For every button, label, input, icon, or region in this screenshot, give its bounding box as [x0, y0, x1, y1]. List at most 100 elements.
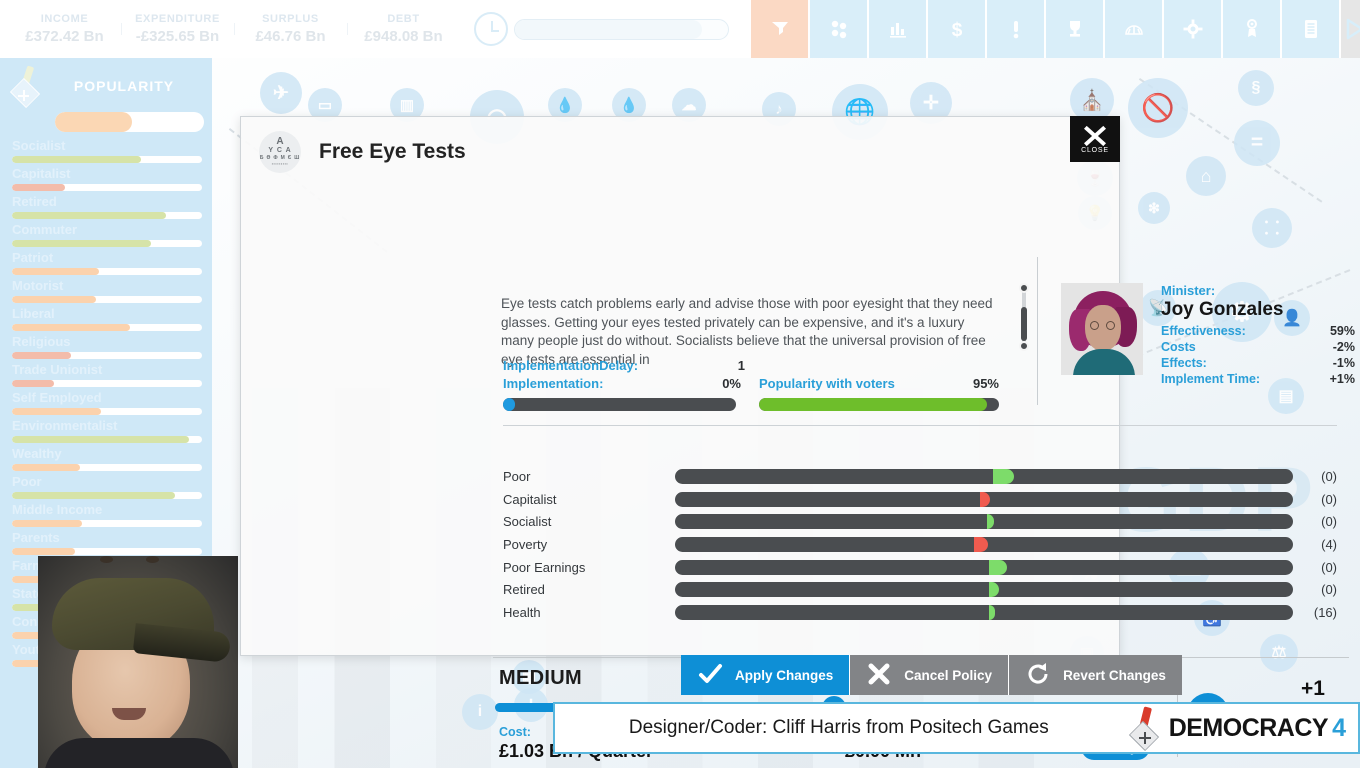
effect-row[interactable]: Poor Earnings (0) — [503, 556, 1337, 579]
top-bar: INCOME £372.42 Bn EXPENDITURE -£325.65 Bn SU… — [0, 0, 1360, 58]
scroll-up-handle[interactable] — [1019, 283, 1029, 293]
revert-button[interactable]: Revert Changes — [1009, 655, 1182, 695]
voter-group-liberal[interactable]: Liberal — [0, 306, 212, 331]
documents-icon[interactable] — [1282, 0, 1339, 58]
eye-chart-icon: A Y C A Б Ө Ф М Є Ш ▪▪▪▪▪▪▪▪▪ — [259, 131, 301, 173]
minister-stat-value: 59% — [1329, 324, 1355, 338]
voter-group-poor[interactable]: Poor — [0, 474, 212, 499]
voter-group-label: Retired — [12, 194, 57, 209]
effect-label: Capitalist — [503, 491, 557, 507]
housing-cost-icon[interactable]: ⌂ — [1186, 156, 1226, 196]
voter-group-fill — [12, 464, 81, 471]
voter-group-bar — [12, 520, 202, 527]
voter-group-fill — [12, 184, 66, 191]
voter-group-bar — [12, 240, 202, 247]
effect-label: Retired — [503, 582, 545, 598]
dialog-header: A Y C A Б Ө Ф М Є Ш ▪▪▪▪▪▪▪▪▪ Free Eye T… — [241, 117, 1119, 173]
no-money-icon[interactable]: 🚫 — [1128, 78, 1188, 138]
logo-number: 4 — [1332, 713, 1346, 742]
voter-group-retired[interactable]: Retired — [0, 194, 212, 219]
tool-bar: $ — [751, 0, 1341, 58]
social-care-icon[interactable]: § — [1238, 70, 1274, 106]
voter-group-commuter[interactable]: Commuter — [0, 222, 212, 247]
effect-bar — [675, 468, 1293, 484]
voter-group-socialist[interactable]: Socialist — [0, 138, 212, 163]
policy-level-label: MEDIUM — [499, 667, 582, 689]
effect-row[interactable]: Poverty (4) — [503, 533, 1337, 556]
clock-icon — [474, 12, 508, 46]
voter-group-capitalist[interactable]: Capitalist — [0, 166, 212, 191]
stat-label: EXPENDITURE — [135, 13, 220, 25]
effect-row[interactable]: Health (16) — [503, 601, 1337, 624]
voter-group-motorist[interactable]: Motorist — [0, 278, 212, 303]
effect-bar — [675, 491, 1293, 507]
effect-row[interactable]: Poor (0) — [503, 465, 1337, 488]
voter-group-fill — [12, 212, 166, 219]
effect-marker — [987, 514, 994, 530]
voter-group-label: Socialist — [12, 138, 66, 153]
medal-icon[interactable] — [1223, 0, 1280, 58]
voter-group-fill — [12, 324, 130, 331]
implementation-label: Implementation: — [503, 376, 604, 391]
effect-label: Poverty — [503, 536, 548, 552]
undo-icon — [1025, 661, 1051, 690]
achievements-icon[interactable] — [1046, 0, 1103, 58]
effect-row[interactable]: Capitalist (0) — [503, 488, 1337, 511]
game-screen: GDP ✈▭▥◠💧💧☁♪🌐✛⛪🚫§=⌂🍷❇⸬⚙📡👤▤💡⚗⌨♿⚖▣▤i▦✛▤◎ I… — [0, 0, 1360, 768]
cannabis-icon[interactable]: ❇ — [1138, 192, 1170, 224]
popularity-block: Popularity with voters 95% — [759, 375, 999, 411]
stat-expenditure: EXPENDITURE -£325.65 Bn — [121, 13, 234, 45]
effect-bar — [675, 604, 1293, 620]
voter-group-parents[interactable]: Parents — [0, 530, 212, 555]
minister-panel[interactable]: Minister: Joy Gonzales Effectiveness: 59%… — [1061, 283, 1355, 387]
stat-debt: DEBT £948.08 Bn — [347, 13, 460, 45]
voter-group-environmentalist[interactable]: Environmentalist — [0, 418, 212, 443]
voter-group-fill — [12, 296, 96, 303]
voter-group-label: Self Employed — [12, 390, 102, 405]
voter-group-label: Motorist — [12, 278, 64, 293]
finances-icon[interactable]: $ — [928, 0, 985, 58]
effect-marker — [993, 468, 1014, 484]
voter-group-trade-unionist[interactable]: Trade Unionist — [0, 362, 212, 387]
effect-row[interactable]: Socialist (0) — [503, 510, 1337, 533]
voter-group-label: Wealthy — [12, 446, 62, 461]
effect-bar — [675, 559, 1293, 575]
network-icon[interactable]: ⸬ — [1252, 208, 1292, 248]
action-label: Cancel Policy — [904, 667, 993, 683]
voters-icon[interactable] — [810, 0, 867, 58]
equality-icon[interactable]: = — [1234, 120, 1280, 166]
voter-group-bar — [12, 548, 202, 555]
next-turn-button[interactable] — [1341, 0, 1360, 58]
economy-stats: INCOME £372.42 Bn EXPENDITURE -£325.65 Bn SU… — [0, 0, 460, 58]
voter-group-religious[interactable]: Religious — [0, 334, 212, 359]
policies-icon[interactable] — [751, 0, 808, 58]
implementation-delay-row: ImplementationDelay: 1 — [503, 357, 1003, 375]
popularity-row: Popularity with voters 95% — [759, 375, 999, 393]
cancel-button[interactable]: Cancel Policy — [850, 655, 1010, 695]
minister-stat-row: Effectiveness: 59% — [1161, 323, 1355, 339]
popularity-value: 95% — [972, 376, 999, 391]
statistics-icon[interactable] — [869, 0, 926, 58]
voter-group-wealthy[interactable]: Wealthy — [0, 446, 212, 471]
apply-button[interactable]: Apply Changes — [681, 655, 851, 695]
voter-group-label: Commuter — [12, 222, 78, 237]
voter-group-middle-income[interactable]: Middle Income — [0, 502, 212, 527]
effect-row[interactable]: Retired (0) — [503, 578, 1337, 601]
settings-icon[interactable] — [1164, 0, 1221, 58]
close-button[interactable]: CLOSE — [1070, 116, 1120, 162]
parliament-icon[interactable] — [1105, 0, 1162, 58]
law-icon[interactable]: ⚖ — [1260, 634, 1298, 672]
airplane-icon[interactable]: ✈ — [260, 72, 302, 114]
scroll-down-handle[interactable] — [1019, 341, 1029, 351]
voter-group-self-employed[interactable]: Self Employed — [0, 390, 212, 415]
effect-marker — [974, 536, 988, 552]
webcam-overlay — [38, 556, 238, 768]
minister-label: Minister: — [1161, 283, 1216, 298]
voter-group-patriot[interactable]: Patriot — [0, 250, 212, 275]
voter-group-label: Liberal — [12, 306, 55, 321]
description-scrollbar[interactable] — [1017, 283, 1031, 351]
voter-group-bar — [12, 212, 202, 219]
alerts-icon[interactable] — [987, 0, 1044, 58]
info-icon[interactable]: i — [462, 694, 498, 730]
dialog-divider — [503, 425, 1337, 426]
